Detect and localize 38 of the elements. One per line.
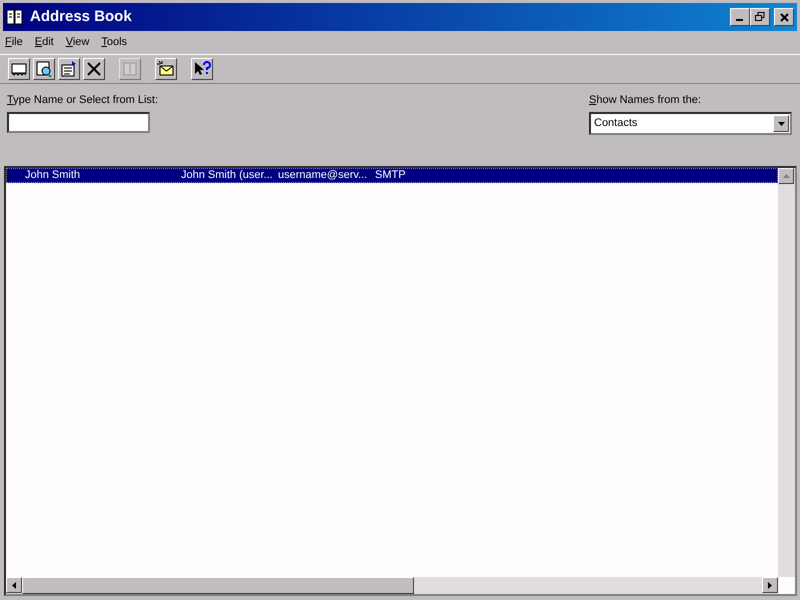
help-pointer-icon (193, 60, 211, 78)
horizontal-scrollbar[interactable] (6, 577, 778, 594)
book-icon (121, 60, 139, 78)
delete-button[interactable] (83, 58, 105, 80)
menu-item[interactable]: Edit (34, 34, 54, 50)
dropdown-value: Contacts (594, 116, 638, 132)
contact-row[interactable]: John Smith John Smith (user... username@serv... SMTP (6, 168, 778, 182)
properties-button[interactable] (58, 58, 80, 80)
menu-item[interactable]: File (5, 34, 23, 50)
dropdown-arrow-icon (778, 122, 784, 126)
source-dropdown[interactable]: Contacts (589, 112, 792, 135)
envelope-icon (157, 60, 175, 78)
address-book-icon (6, 9, 24, 25)
minimize-button[interactable] (730, 8, 750, 26)
close-icon (780, 12, 788, 22)
search-label: Type Name or Select from List: (7, 92, 158, 108)
restore-button[interactable] (750, 8, 770, 26)
scroll-left-icon[interactable] (12, 582, 16, 588)
find-button[interactable] (33, 58, 55, 80)
delete-icon (85, 60, 103, 78)
envelope-button[interactable] (155, 58, 177, 80)
type-cell-text: SMTP (375, 168, 406, 183)
name-input-field[interactable] (7, 112, 150, 133)
menu-item[interactable]: View (66, 34, 90, 50)
scroll-right-icon[interactable] (768, 582, 772, 588)
blank-card-button[interactable] (8, 58, 30, 80)
source-label: Show Names from the: (589, 92, 702, 108)
display-name-cell-text: John Smith (user... (181, 168, 274, 183)
help-pointer-button[interactable] (191, 58, 213, 80)
menu-item[interactable]: Tools (101, 34, 128, 50)
find-icon (35, 60, 53, 78)
vertical-scrollbar[interactable] (778, 168, 795, 577)
email-cell-text: username@serv... (278, 168, 368, 183)
window-title: Address Book (30, 6, 132, 27)
name-cell-text: John Smith (24, 168, 82, 183)
properties-icon (60, 60, 78, 78)
close-button[interactable] (774, 8, 794, 26)
restore-icon (755, 12, 765, 22)
